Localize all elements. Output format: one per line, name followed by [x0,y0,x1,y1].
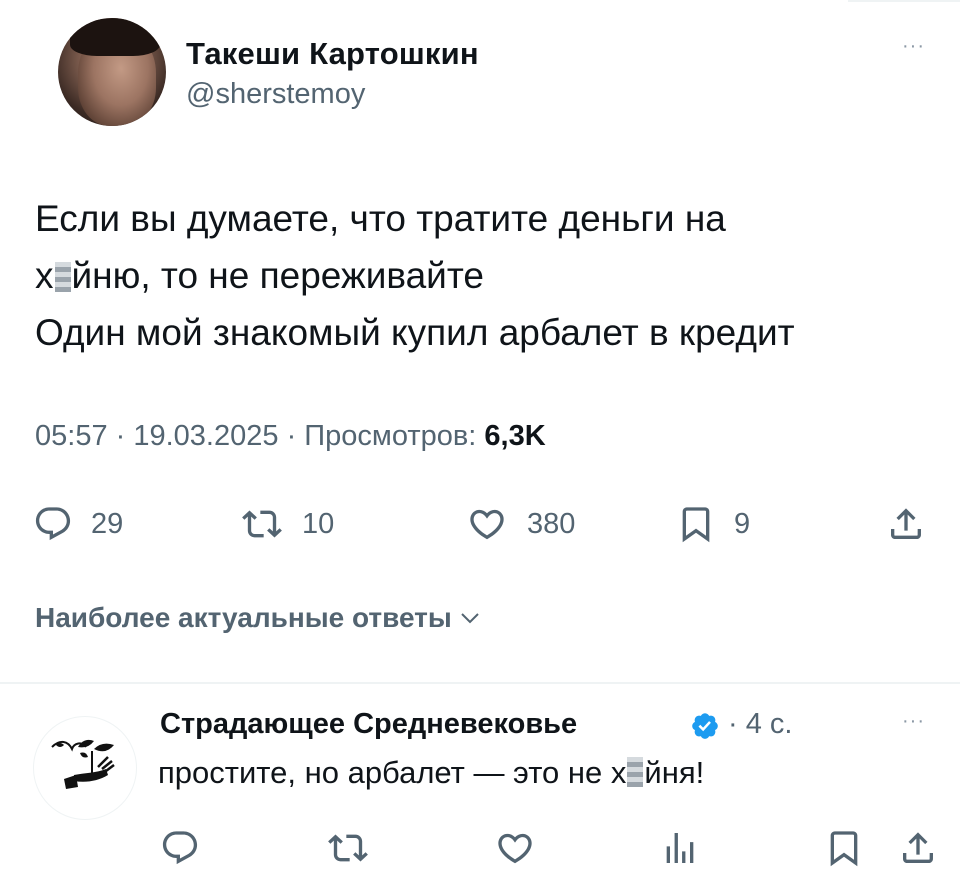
repost-button[interactable]: 10 [240,502,334,546]
bookmark-icon[interactable] [824,828,864,868]
like-count: 380 [527,507,576,540]
chevron-down-icon [461,613,479,624]
section-divider [0,682,960,684]
reply-time[interactable]: · 4 с. [728,708,792,741]
reply-button[interactable]: 29 [33,502,123,546]
verified-badge-icon[interactable] [690,711,720,741]
author-avatar[interactable] [58,18,166,126]
author-name[interactable]: Такеши Картошкин [186,36,479,72]
censor-blur [54,262,71,292]
replies-sort-label: Наиболее актуальные ответы [35,602,452,633]
reply-text: простите, но арбалет — это не х йня! [158,755,705,790]
reply-count: 29 [91,507,124,540]
reply-author-name[interactable]: Страдающее Средневековье [160,708,577,741]
sprout-hand-logo-icon [51,739,115,789]
views-label: Просмотров: [304,420,485,452]
tweet-meta: 05:57 · 19.03.2025 · Просмотров: 6,3K [35,420,546,452]
tweet-text-line-2: х йню, то не переживайте [35,255,484,296]
views-icon[interactable] [660,828,700,868]
tweet-time[interactable]: 05:57 [35,420,108,452]
share-icon [891,508,921,539]
top-divider [848,0,960,2]
tweet-date[interactable]: 19.03.2025 [133,420,278,452]
like-icon [470,509,504,540]
more-options-icon[interactable]: ··· [902,35,925,58]
tweet-text: Если вы думаете, что тратите деньги на х… [35,190,935,361]
replies-sort-dropdown[interactable]: Наиболее актуальные ответы [35,602,480,634]
tweet-text-line-3: Один мой знакомый купил арбалет в кредит [35,312,795,353]
bookmark-count: 9 [734,507,751,540]
censor-blur [627,757,644,787]
repost-icon[interactable] [328,828,368,868]
views-count: 6,3K [484,420,546,452]
share-button[interactable] [886,502,926,546]
bookmark-icon [682,507,710,543]
author-handle[interactable]: @sherstemoy [186,78,365,111]
reply-icon[interactable] [160,828,200,868]
share-icon[interactable] [898,828,938,868]
repost-icon [242,510,282,538]
reply-more-options-icon[interactable]: ··· [902,710,925,733]
bookmark-button[interactable]: 9 [676,502,750,546]
like-icon[interactable] [495,828,535,868]
tweet-text-line-1: Если вы думаете, что тратите деньги на [35,198,726,239]
reply-author-avatar[interactable] [33,716,137,820]
repost-count: 10 [302,507,335,540]
like-button[interactable]: 380 [465,502,575,546]
reply-icon [35,507,71,541]
